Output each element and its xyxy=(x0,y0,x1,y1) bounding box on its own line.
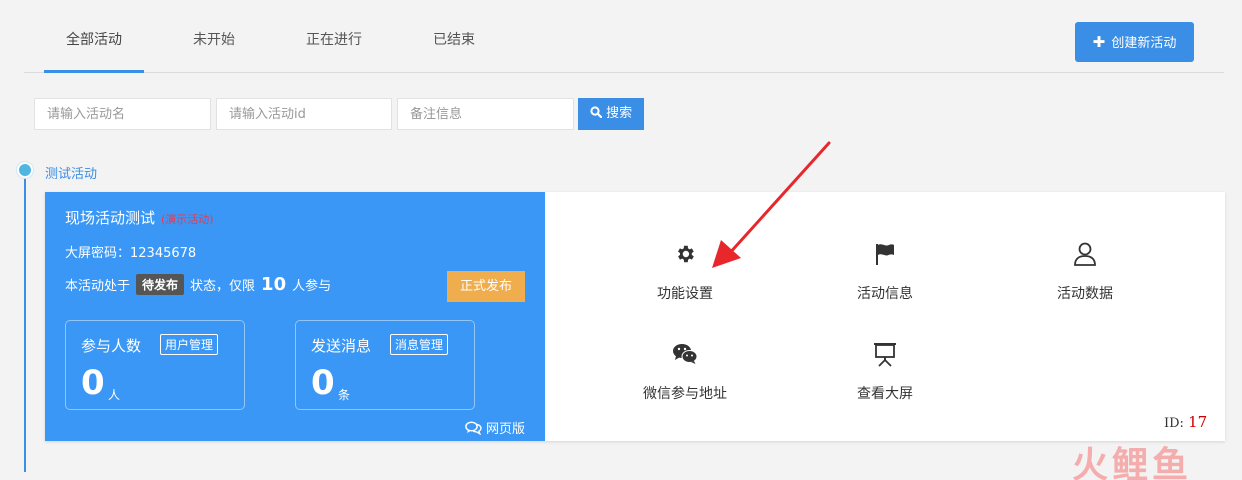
status-line: 本活动处于 待发布 状态，仅限 10 人参与 xyxy=(65,274,331,295)
timeline-line xyxy=(24,178,26,472)
activity-id-value: 17 xyxy=(1188,413,1208,431)
search-icon xyxy=(590,106,603,119)
view-big-screen[interactable]: 查看大屏 xyxy=(820,337,950,403)
message-manage-button[interactable]: 消息管理 xyxy=(390,334,449,355)
activity-data[interactable]: 活动数据 xyxy=(1020,237,1150,303)
tab-in-progress[interactable]: 正在进行 xyxy=(284,0,384,73)
activity-name-input[interactable] xyxy=(34,98,211,130)
chat-bubbles-icon xyxy=(465,420,482,435)
activity-card: 现场活动测试 (演示活动) 大屏密码：12345678 本活动处于 待发布 状态，… xyxy=(45,192,1225,441)
activity-tabs: 全部活动 未开始 正在进行 已结束 xyxy=(24,0,1224,73)
gear-icon xyxy=(620,237,750,271)
user-manage-button[interactable]: 用户管理 xyxy=(160,334,219,355)
participants-unit: 人 xyxy=(108,388,121,402)
wechat-join-url-label: 微信参与地址 xyxy=(643,386,727,402)
tab-not-started[interactable]: 未开始 xyxy=(164,0,264,73)
participants-box: 参与人数 用户管理 0 人 xyxy=(65,320,245,410)
activity-summary-panel: 现场活动测试 (演示活动) 大屏密码：12345678 本活动处于 待发布 状态，… xyxy=(45,192,545,441)
publish-button[interactable]: 正式发布 xyxy=(447,271,525,302)
watermark-logo: 火鲤鱼 xyxy=(1072,445,1193,480)
plus-icon: ✚ xyxy=(1092,33,1106,51)
function-settings[interactable]: 功能设置 xyxy=(620,237,750,303)
user-icon xyxy=(1020,237,1150,271)
messages-box: 发送消息 消息管理 0 条 xyxy=(295,320,475,410)
create-activity-button[interactable]: ✚ 创建新活动 xyxy=(1075,22,1194,62)
status-badge: 待发布 xyxy=(136,274,185,295)
status-prefix: 本活动处于 xyxy=(65,279,131,294)
tab-ended[interactable]: 已结束 xyxy=(404,0,504,73)
activity-info-label: 活动信息 xyxy=(857,286,913,302)
activity-id: ID: 17 xyxy=(1164,413,1207,431)
search-button-label: 搜索 xyxy=(606,106,633,121)
search-button[interactable]: 搜索 xyxy=(578,98,644,130)
timeline-dot xyxy=(17,162,33,178)
view-big-screen-label: 查看大屏 xyxy=(857,386,913,402)
messages-label: 发送消息 xyxy=(311,337,372,355)
create-activity-label: 创建新活动 xyxy=(1111,36,1177,51)
web-version-label: 网页版 xyxy=(486,422,526,437)
flag-icon xyxy=(820,237,950,271)
tab-all[interactable]: 全部活动 xyxy=(44,0,144,73)
screen-password: 大屏密码：12345678 xyxy=(65,246,197,261)
participants-count: 0 xyxy=(81,363,105,403)
status-middle: 状态，仅限 xyxy=(190,279,256,294)
activity-title[interactable]: 现场活动测试 xyxy=(65,209,155,227)
web-version-link[interactable]: 网页版 xyxy=(465,418,525,437)
wechat-icon xyxy=(620,337,750,371)
demo-tag: (演示活动) xyxy=(161,213,214,226)
activity-id-input[interactable] xyxy=(216,98,392,130)
activity-info[interactable]: 活动信息 xyxy=(820,237,950,303)
function-settings-label: 功能设置 xyxy=(657,286,713,302)
messages-unit: 条 xyxy=(338,388,351,402)
group-title[interactable]: 测试活动 xyxy=(45,163,97,182)
participants-label: 参与人数 xyxy=(81,337,142,355)
status-suffix: 人参与 xyxy=(292,279,332,294)
participant-limit: 10 xyxy=(261,274,287,295)
note-input[interactable] xyxy=(397,98,574,130)
activity-id-label: ID: xyxy=(1164,416,1184,431)
wechat-join-url[interactable]: 微信参与地址 xyxy=(620,337,750,403)
presentation-icon xyxy=(820,337,950,371)
messages-count: 0 xyxy=(311,363,335,403)
activity-data-label: 活动数据 xyxy=(1057,286,1113,302)
activity-title-row: 现场活动测试 (演示活动) xyxy=(65,207,214,228)
